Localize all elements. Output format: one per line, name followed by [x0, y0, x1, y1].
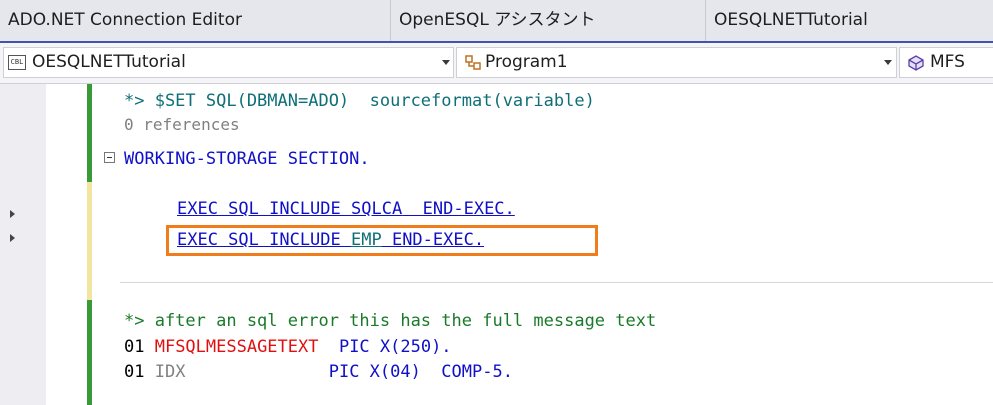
collapse-toggle-icon[interactable] — [104, 152, 115, 163]
breakpoint-arrow-icon[interactable] — [10, 210, 15, 218]
code-editor[interactable]: *> $SET SQL(DBMAN=ADO) sourceformat(vari… — [0, 84, 993, 405]
member-dropdown[interactable]: MFS — [899, 47, 993, 78]
class-icon — [465, 55, 481, 70]
tab-openesql-assistant[interactable]: OpenESQL アシスタント — [391, 0, 706, 41]
breakpoint-arrow-icon[interactable] — [10, 234, 15, 242]
ide-window: ADO.NET Connection Editor OpenESQL アシスタン… — [0, 0, 993, 405]
code-line-mfsqlmessagetext: 01 MFSQLMESSAGETEXT PIC X(250). — [124, 336, 452, 358]
data-item-name: IDX — [154, 362, 186, 382]
project-dropdown[interactable]: CBL OESQLNETTutorial — [3, 47, 454, 78]
tab-label: OpenESQL アシスタント — [399, 10, 596, 30]
editor-margin — [0, 84, 46, 405]
change-bar-saved — [87, 300, 92, 405]
cobol-project-icon: CBL — [8, 55, 26, 70]
tab-label: ADO.NET Connection Editor — [8, 10, 242, 30]
tab-ado-net-connection-editor[interactable]: ADO.NET Connection Editor — [0, 0, 391, 41]
navigation-bar: CBL OESQLNETTutorial Program1 MFS — [0, 43, 993, 84]
code-line-comment: *> after an sql error this has the full … — [124, 311, 657, 331]
code-keyword: EXEC SQL INCLUDE — [177, 199, 351, 219]
member-icon — [908, 55, 924, 71]
change-bar-saved — [87, 84, 92, 182]
code-line-directive: *> $SET SQL(DBMAN=ADO) sourceformat(vari… — [124, 91, 595, 111]
code-keyword: END-EXEC. — [402, 199, 515, 219]
level-number: 01 — [124, 362, 155, 382]
chevron-down-icon[interactable] — [884, 60, 892, 65]
tab-label: OESQLNETTutorial — [714, 10, 868, 30]
section-divider — [120, 282, 993, 283]
code-line-working-storage: WORKING-STORAGE SECTION. — [124, 149, 370, 169]
level-number: 01 — [124, 337, 155, 357]
highlight-box — [166, 225, 598, 256]
member-dropdown-value: MFS — [930, 52, 965, 72]
chevron-down-icon[interactable] — [442, 60, 450, 65]
code-line-idx: 01 IDX PIC X(04) COMP-5. — [124, 361, 513, 383]
code-identifier: SQLCA — [351, 199, 403, 219]
tab-oesqlnettutorial[interactable]: OESQLNETTutorial — [706, 0, 993, 41]
pic-clause: PIC X(250). — [318, 337, 452, 357]
data-item-name: MFSQLMESSAGETEXT — [154, 337, 319, 357]
document-tab-strip: ADO.NET Connection Editor OpenESQL アシスタン… — [0, 0, 993, 43]
class-dropdown[interactable]: Program1 — [456, 47, 897, 78]
class-dropdown-value: Program1 — [485, 52, 568, 72]
codelens-references[interactable]: 0 references — [124, 114, 240, 136]
code-line-exec-sqlca: EXEC SQL INCLUDE SQLCA END-EXEC. — [177, 198, 515, 220]
change-bar-modified — [87, 182, 92, 300]
pic-clause: PIC X(04) COMP-5. — [185, 362, 513, 382]
project-dropdown-value: OESQLNETTutorial — [32, 52, 186, 72]
